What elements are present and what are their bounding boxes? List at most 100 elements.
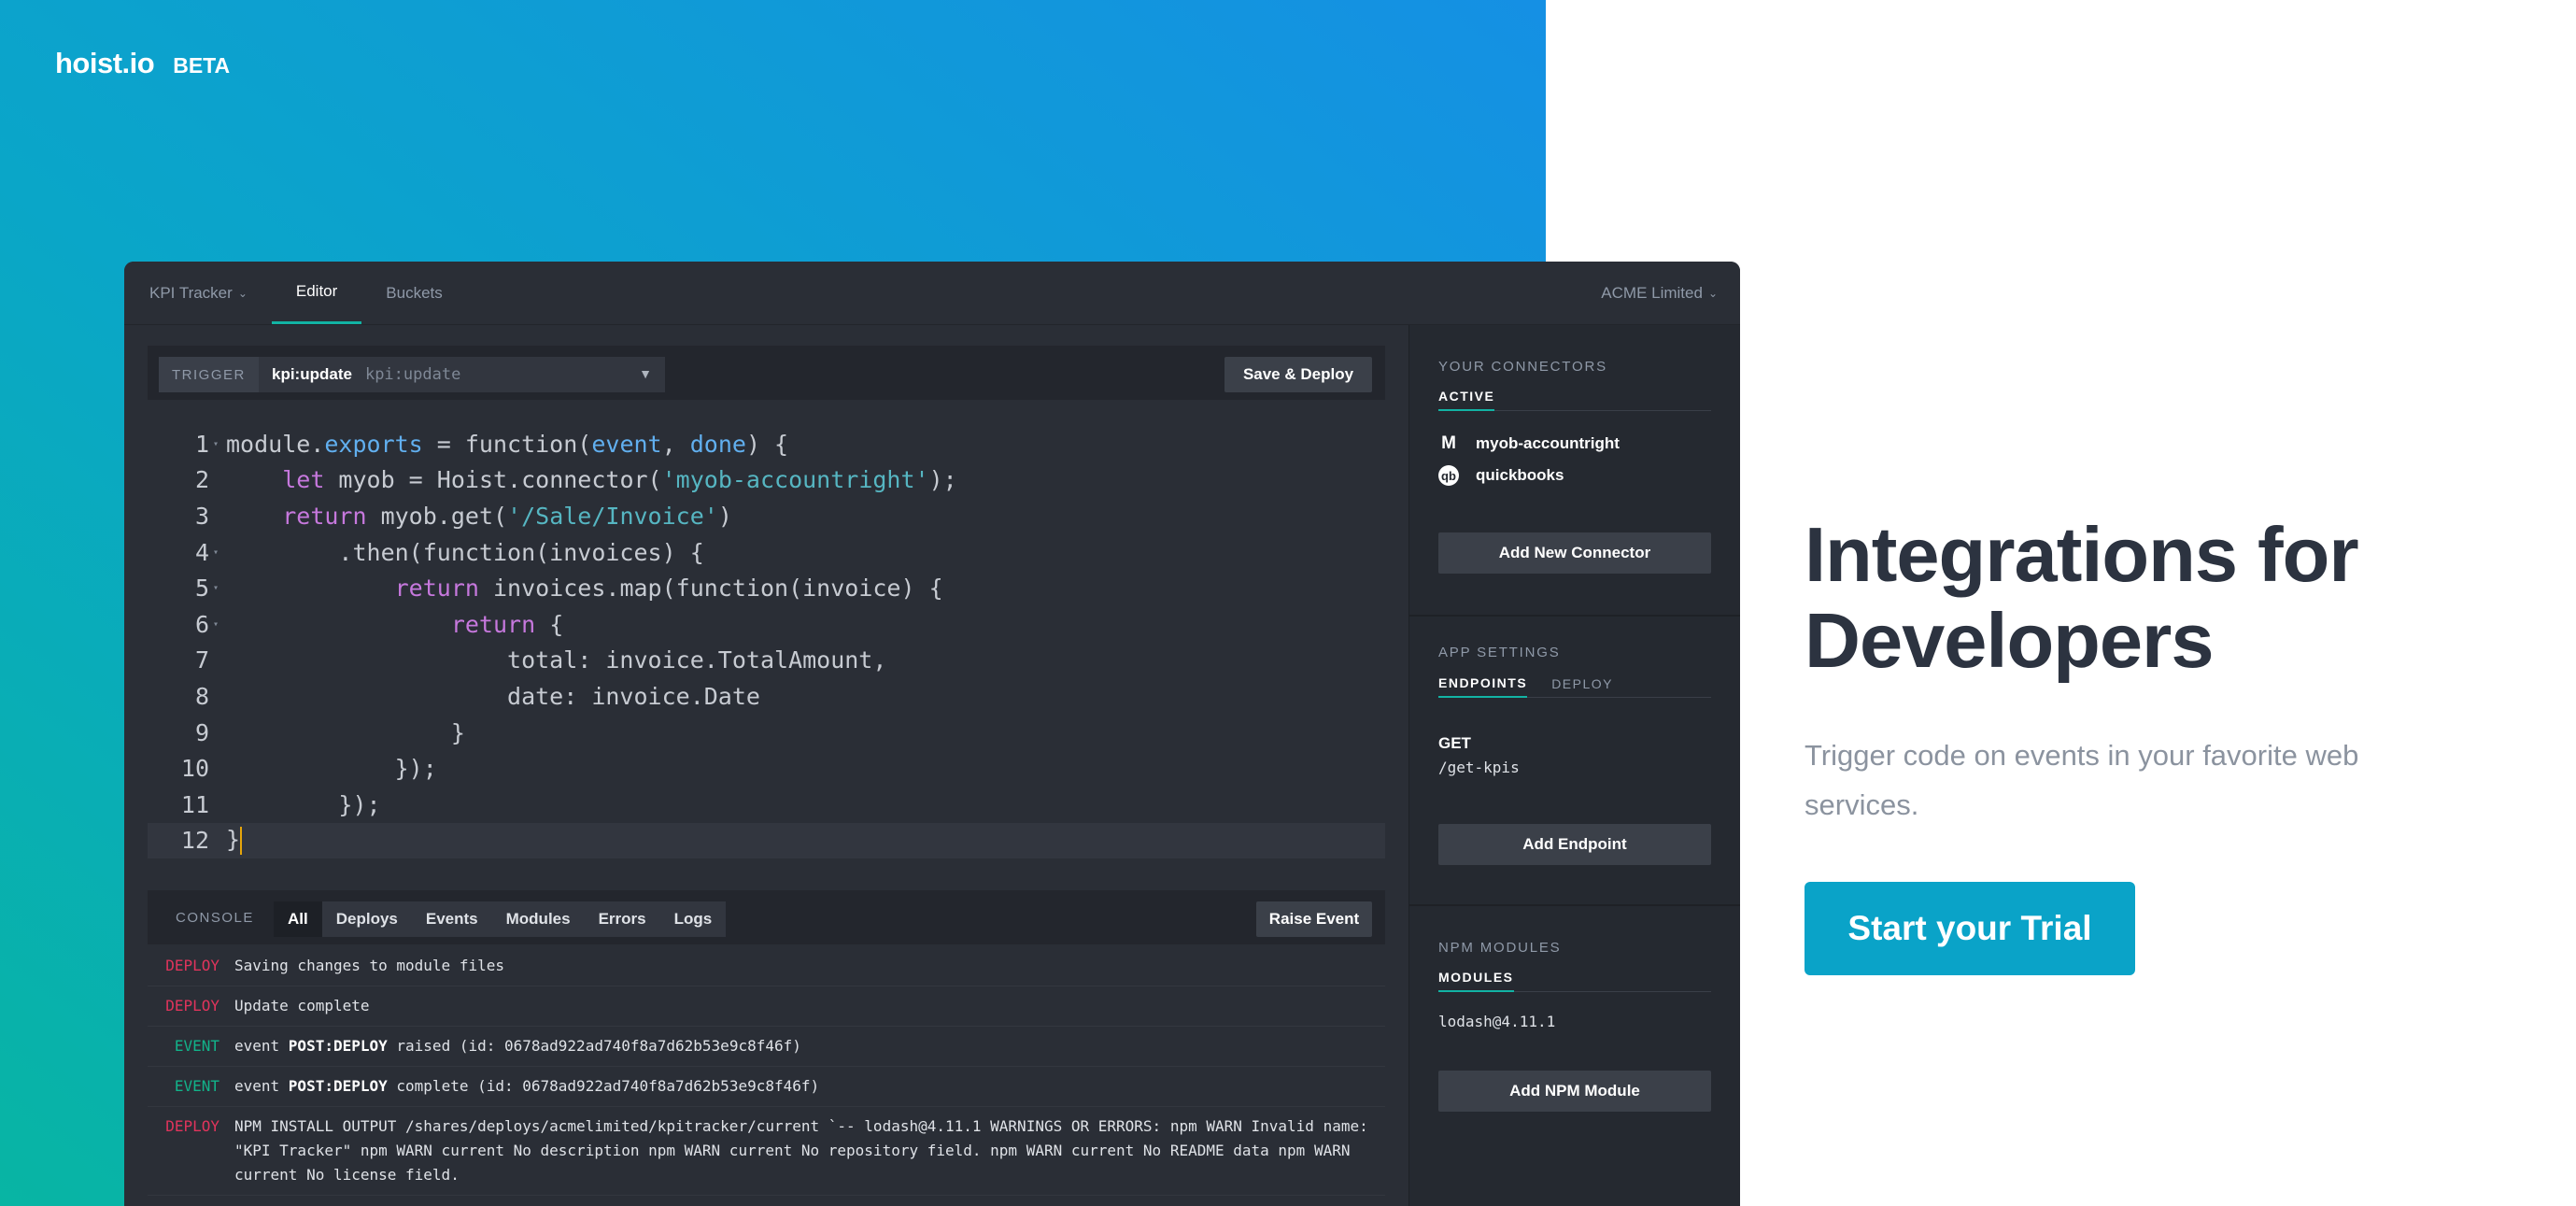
line-number: 4: [194, 538, 209, 566]
line-number: 5: [194, 575, 209, 603]
code-line[interactable]: 8 date: invoice.Date: [148, 678, 1385, 715]
line-number: 7: [194, 646, 209, 674]
code-line[interactable]: 1 ▾ module.exports = function(event, done)…: [148, 426, 1385, 462]
code-line[interactable]: 11 });: [148, 787, 1385, 823]
app-settings-title: APP SETTINGS: [1438, 645, 1561, 660]
code-line[interactable]: 6 ▾ return {: [148, 606, 1385, 643]
code-text: .then(function(invoices) {: [226, 538, 704, 566]
connector-quickbooks[interactable]: qb quickbooks: [1438, 465, 1564, 486]
log-message: Saving changes to module files: [234, 957, 504, 974]
fold-arrow-icon[interactable]: ▾: [213, 439, 226, 449]
filter-errors[interactable]: Errors: [585, 901, 660, 937]
code-text: let myob = Hoist.connector('myob-account…: [282, 466, 957, 494]
chevron-down-icon: ⌄: [237, 286, 248, 300]
filter-logs[interactable]: Logs: [660, 901, 727, 937]
console-log: DEPLOY Saving changes to module files DEPL…: [148, 946, 1385, 1196]
npm-title: NPM MODULES: [1438, 940, 1562, 956]
myob-logo-icon: M: [1441, 433, 1456, 453]
npm-tabs: MODULES: [1438, 964, 1711, 992]
add-endpoint-button[interactable]: Add Endpoint: [1438, 824, 1711, 865]
code-line[interactable]: 7 total: invoice.TotalAmount,: [148, 643, 1385, 679]
trigger-select[interactable]: TRIGGER kpi:update kpi:update ▼: [159, 357, 665, 392]
console-bar: CONSOLE All Deploys Events Modules Errors Log…: [148, 890, 1385, 944]
log-entry: DEPLOY Saving changes to module files: [148, 946, 1385, 986]
tab-deploy[interactable]: DEPLOY: [1551, 670, 1613, 698]
line-number: 12: [180, 827, 209, 855]
tab-buckets[interactable]: Buckets: [361, 262, 466, 324]
code-line[interactable]: 9 }: [148, 715, 1385, 751]
log-message: event POST:DEPLOY raised (id: 0678ad922a…: [234, 1037, 801, 1055]
fold-arrow-icon[interactable]: ▾: [213, 547, 226, 558]
app-topbar: KPI Tracker ⌄ Editor Buckets ACME Limite…: [124, 262, 1740, 325]
add-npm-module-button[interactable]: Add NPM Module: [1438, 1071, 1711, 1112]
code-text: return {: [450, 610, 564, 638]
log-entry: EVENT event POST:DEPLOY complete (id: 067…: [148, 1067, 1385, 1107]
log-tag: EVENT: [174, 1037, 219, 1055]
filter-all[interactable]: All: [274, 901, 322, 937]
page-subtext: Trigger code on events in your favorite …: [1805, 739, 2359, 821]
npm-section: NPM MODULES MODULES lodash@4.11.1 Add NP…: [1409, 904, 1740, 1206]
line-number: 3: [194, 502, 209, 530]
filter-deploys[interactable]: Deploys: [322, 901, 412, 937]
sidebar: YOUR CONNECTORS ACTIVE M myob-accountrig…: [1408, 325, 1740, 1206]
app-window: KPI Tracker ⌄ Editor Buckets ACME Limite…: [124, 262, 1740, 1206]
code-line[interactable]: 2 let myob = Hoist.connector('myob-accou…: [148, 462, 1385, 499]
add-connector-button[interactable]: Add New Connector: [1438, 532, 1711, 574]
save-deploy-button[interactable]: Save & Deploy: [1224, 357, 1372, 392]
filter-events[interactable]: Events: [412, 901, 492, 937]
line-number: 6: [194, 610, 209, 638]
connectors-tabs: ACTIVE: [1438, 383, 1711, 411]
endpoint-path[interactable]: /get-kpis: [1438, 759, 1520, 776]
code-text: });: [226, 755, 437, 783]
line-number: 10: [180, 755, 209, 783]
code-text: return myob.get('/Sale/Invoice'): [282, 502, 732, 530]
code-text: module.exports = function(event, done) {: [226, 430, 789, 458]
filter-modules[interactable]: Modules: [492, 901, 585, 937]
line-number: 1: [194, 430, 209, 458]
trigger-name: kpi:update: [272, 365, 352, 383]
tab-active[interactable]: ACTIVE: [1438, 383, 1495, 411]
raise-event-button[interactable]: Raise Event: [1256, 901, 1372, 937]
log-tag: DEPLOY: [165, 957, 219, 974]
trigger-label: TRIGGER: [159, 357, 259, 392]
log-message: Update complete: [234, 997, 370, 1014]
fold-arrow-icon[interactable]: ▾: [213, 583, 226, 593]
log-entry: DEPLOY NPM INSTALL OUTPUT /shares/deploys…: [148, 1107, 1385, 1196]
connector-myob[interactable]: M myob-accountright: [1438, 433, 1620, 454]
log-message: NPM INSTALL OUTPUT /shares/deploys/acmel…: [234, 1117, 1368, 1184]
org-name: ACME Limited: [1601, 284, 1703, 302]
tab-endpoints[interactable]: ENDPOINTS: [1438, 670, 1528, 698]
code-text: return invoices.map(function(invoice) {: [394, 575, 943, 603]
org-selector[interactable]: ACME Limited ⌄: [1601, 262, 1718, 325]
trigger-value: kpi:update: [364, 365, 461, 384]
app-settings-tabs: ENDPOINTS DEPLOY: [1438, 670, 1711, 698]
code-line[interactable]: 3 return myob.get('/Sale/Invoice'): [148, 498, 1385, 534]
line-number: 8: [194, 682, 209, 710]
npm-module-item[interactable]: lodash@4.11.1: [1438, 1013, 1555, 1030]
console-label: CONSOLE: [176, 909, 254, 926]
text-cursor: [240, 827, 243, 856]
caret-down-icon[interactable]: ▼: [639, 366, 652, 381]
code-line[interactable]: 5 ▾ return invoices.map(function(invoice)…: [148, 570, 1385, 606]
project-name: KPI Tracker: [149, 283, 233, 302]
log-entry: DEPLOY Update complete: [148, 986, 1385, 1027]
code-line[interactable]: 10 });: [148, 750, 1385, 787]
connectors-section: YOUR CONNECTORS ACTIVE M myob-accountrig…: [1409, 325, 1740, 615]
chevron-down-icon: ⌄: [1707, 287, 1718, 300]
connector-name: quickbooks: [1476, 466, 1564, 484]
brand[interactable]: hoist.io BETA: [55, 47, 230, 80]
fold-arrow-icon[interactable]: ▾: [213, 619, 226, 630]
code-editor[interactable]: 1 ▾ module.exports = function(event, done)…: [148, 426, 1385, 859]
tab-editor[interactable]: Editor: [271, 262, 362, 324]
code-text: date: invoice.Date: [226, 682, 760, 710]
trigger-bar: TRIGGER kpi:update kpi:update ▼ Save & D…: [148, 346, 1385, 400]
line-number: 2: [194, 466, 209, 494]
connectors-title: YOUR CONNECTORS: [1438, 359, 1607, 375]
tab-modules[interactable]: MODULES: [1438, 964, 1514, 992]
app-settings-section: APP SETTINGS ENDPOINTS DEPLOY GET /get-k…: [1409, 615, 1740, 904]
brand-logo[interactable]: hoist.io: [55, 47, 155, 80]
code-line[interactable]: 12}: [148, 822, 1385, 859]
start-trial-button[interactable]: Start your Trial: [1805, 882, 2135, 975]
project-selector[interactable]: KPI Tracker ⌄: [124, 262, 272, 324]
code-line[interactable]: 4 ▾ .then(function(invoices) {: [148, 534, 1385, 571]
